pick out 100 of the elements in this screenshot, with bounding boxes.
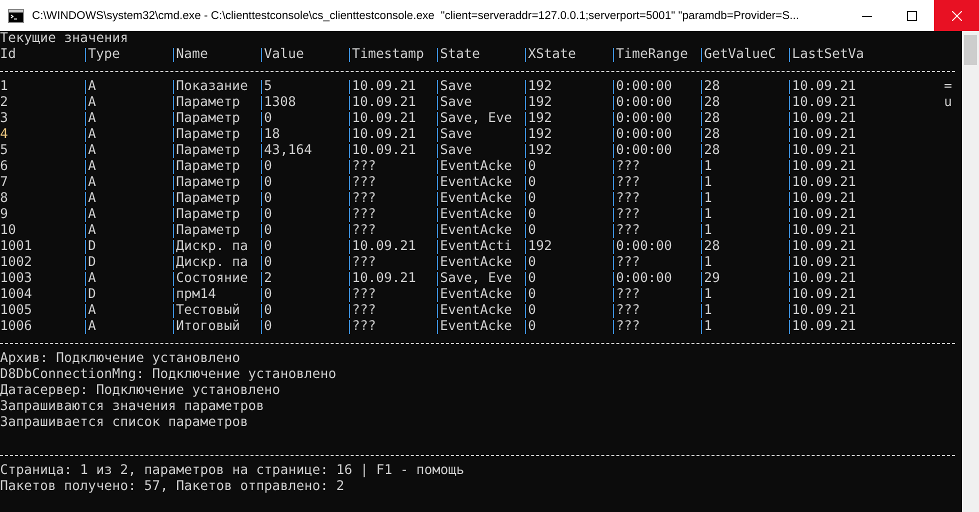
table-cell: Save — [440, 95, 472, 111]
table-cell: 1002 — [0, 255, 32, 271]
table-cell: ??? — [616, 191, 640, 207]
table-cell: ??? — [352, 159, 376, 175]
table-cell: 0 — [528, 207, 536, 223]
table-cell: 10.09.21 — [792, 239, 856, 255]
table-cell: Показание — [176, 79, 248, 95]
table-cell: D — [88, 255, 96, 271]
table-cell: 10.09.21 — [792, 159, 856, 175]
log-message: Архив: Подключение установлено — [0, 351, 240, 367]
table-cell: 10.09.21 — [792, 143, 856, 159]
table-cell: 0 — [264, 303, 272, 319]
table-cell: 10.09.21 — [792, 191, 856, 207]
table-cell: ??? — [352, 303, 376, 319]
table-cell: ??? — [616, 223, 640, 239]
table-cell: 18 — [264, 127, 280, 143]
table-cell: 0 — [264, 111, 272, 127]
log-message: D8DbConnectionMng: Подключение установлено — [0, 367, 336, 383]
table-cell: Итоговый — [176, 319, 240, 335]
table-cell: EventAcke — [440, 207, 512, 223]
table-cell: EventAcke — [440, 191, 512, 207]
table-cell: 0 — [264, 207, 272, 223]
table-cell: 29 — [704, 271, 720, 287]
table-cell: 28 — [704, 79, 720, 95]
table-cell: 1 — [704, 191, 712, 207]
table-cell: ??? — [616, 255, 640, 271]
table-cell: 0 — [264, 159, 272, 175]
table-cell: A — [88, 159, 96, 175]
table-cell: 10.09.21 — [352, 79, 416, 95]
table-cell: 1 — [704, 255, 712, 271]
log-message: Запрашиваются значения параметров — [0, 399, 264, 415]
column-header: State — [440, 47, 480, 63]
table-cell: 10.09.21 — [352, 239, 416, 255]
table-cell: Дискр. па — [176, 255, 248, 271]
table-cell: ??? — [352, 255, 376, 271]
table-cell: 10.09.21 — [352, 111, 416, 127]
table-cell: 0:00:00 — [616, 127, 672, 143]
table-cell: A — [88, 175, 96, 191]
table-cell: 1 — [704, 175, 712, 191]
table-cell: A — [88, 271, 96, 287]
table-cell: 0 — [264, 175, 272, 191]
table-cell: EventActi — [440, 239, 512, 255]
table-cell: Save — [440, 143, 472, 159]
column-header: GetValueC — [704, 47, 776, 63]
table-cell: ??? — [352, 223, 376, 239]
table-cell: 10.09.21 — [792, 223, 856, 239]
log-message: Запрашивается список параметров — [0, 415, 248, 431]
table-cell: 0:00:00 — [616, 95, 672, 111]
table-cell: Параметр — [176, 95, 240, 111]
table-cell: A — [88, 79, 96, 95]
table-cell: 2 — [0, 95, 8, 111]
table-cell: 0 — [528, 287, 536, 303]
table-cell: A — [88, 95, 96, 111]
table-cell: 0 — [264, 287, 272, 303]
table-cell: ??? — [352, 207, 376, 223]
table-cell: 0 — [528, 223, 536, 239]
table-cell: 0:00:00 — [616, 239, 672, 255]
table-cell: Параметр — [176, 223, 240, 239]
table-cell: 10.09.21 — [352, 95, 416, 111]
status-line: Страница: 1 из 2, параметров на странице: 16 | F1 - помощь — [0, 463, 464, 479]
table-cell: ??? — [616, 319, 640, 335]
table-cell: D — [88, 287, 96, 303]
close-icon — [952, 10, 962, 20]
table-cell: 192 — [528, 79, 552, 95]
table-cell: 7 — [0, 175, 8, 191]
table-cell: EventAcke — [440, 175, 512, 191]
table-cell: Параметр — [176, 175, 240, 191]
column-header: Type — [88, 47, 120, 63]
table-cell: 3 — [0, 111, 8, 127]
table-cell: 10.09.21 — [792, 287, 856, 303]
table-cell: 10.09.21 — [352, 127, 416, 143]
table-cell: ??? — [352, 319, 376, 335]
table-cell: 0:00:00 — [616, 143, 672, 159]
table-cell: 0 — [528, 271, 536, 287]
scrollbar[interactable] — [962, 31, 979, 512]
table-cell: 0 — [528, 319, 536, 335]
table-cell: 0 — [264, 319, 272, 335]
table-cell: 1006 — [0, 319, 32, 335]
table-cell: 1001 — [0, 239, 32, 255]
table-cell: 28 — [704, 143, 720, 159]
table-cell: 10 — [0, 223, 16, 239]
scrollbar-thumb[interactable] — [964, 35, 977, 65]
table-cell: ??? — [352, 191, 376, 207]
table-cell: 2 — [264, 271, 272, 287]
table-cell: 0 — [528, 303, 536, 319]
table-cell: Save, Eve — [440, 111, 512, 127]
table-cell: 1308 — [264, 95, 296, 111]
column-header: Name — [176, 47, 208, 63]
table-cell: EventAcke — [440, 303, 512, 319]
table-cell: EventAcke — [440, 159, 512, 175]
table-cell: Параметр — [176, 207, 240, 223]
table-cell: Save, Eve — [440, 271, 512, 287]
table-cell: A — [88, 111, 96, 127]
table-cell: 1 — [704, 159, 712, 175]
table-cell: 10.09.21 — [792, 95, 856, 111]
column-header: Id — [0, 47, 16, 63]
table-cell: 0 — [528, 159, 536, 175]
table-cell: A — [88, 223, 96, 239]
table-cell: ??? — [616, 207, 640, 223]
table-cell: 28 — [704, 95, 720, 111]
